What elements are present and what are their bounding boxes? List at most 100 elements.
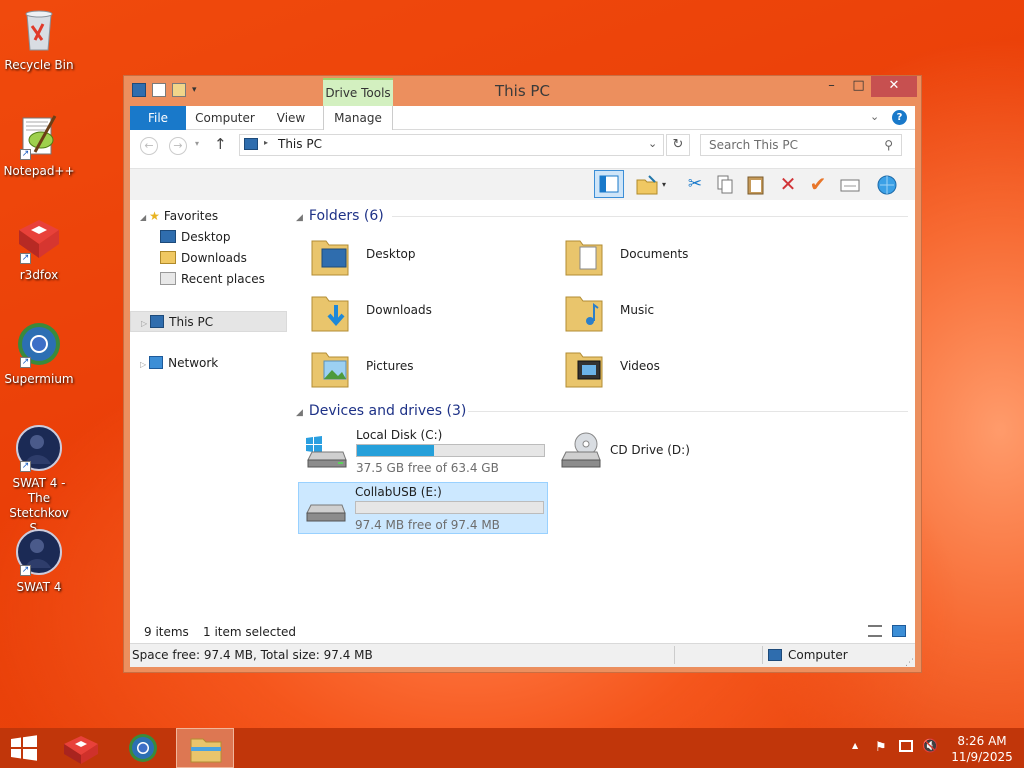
nav-this-pc[interactable]: ▷ This PC: [130, 311, 287, 332]
drive-usage-bar: [356, 444, 545, 457]
ribbon-expand-chevron-icon[interactable]: ⌄: [870, 110, 879, 123]
file-view: ◢ Folders (6) Desktop Documents Downloads…: [290, 200, 915, 643]
ribbon-tabs: File Computer View Manage ⌄ ?: [130, 106, 915, 130]
delete-icon[interactable]: ✕: [776, 174, 800, 196]
collapse-arrow-icon[interactable]: ◢: [296, 408, 303, 418]
folder-tile-documents[interactable]: Documents: [554, 229, 804, 281]
folder-tile-downloads[interactable]: Downloads: [300, 285, 550, 337]
search-input[interactable]: Search This PC: [709, 138, 798, 152]
folders-group-header[interactable]: ◢ Folders (6): [296, 206, 908, 226]
taskbar-supermium[interactable]: [114, 728, 172, 768]
folder-tile-desktop[interactable]: Desktop: [300, 229, 550, 281]
desktop-icon-swat4[interactable]: ↗ SWAT 4: [0, 528, 78, 595]
drive-tile-d[interactable]: CD Drive (D:): [554, 426, 804, 478]
open-dropdown-icon[interactable]: ▾: [662, 174, 672, 196]
expand-arrow-icon[interactable]: ▷: [141, 319, 147, 328]
drive-tile-c[interactable]: Local Disk (C:) 37.5 GB free of 63.4 GB: [300, 426, 550, 478]
space-info: Space free: 97.4 MB, Total size: 97.4 MB: [132, 648, 373, 662]
supermium-icon: ↗: [15, 320, 63, 368]
desktop-icon-recycle-bin[interactable]: Recycle Bin: [0, 6, 78, 73]
open-folder-icon[interactable]: [635, 174, 659, 196]
drive-tile-e[interactable]: CollabUSB (E:) 97.4 MB free of 97.4 MB: [298, 482, 548, 534]
breadcrumb-separator-icon: ▸: [264, 138, 269, 147]
minimize-button[interactable]: –: [818, 76, 845, 97]
volume-muted-icon[interactable]: 🔇: [922, 739, 938, 754]
drive-usage-bar: [355, 501, 544, 514]
network-globe-icon[interactable]: [875, 174, 899, 196]
resize-grip-icon[interactable]: ⋰: [905, 652, 914, 674]
address-text[interactable]: This PC: [278, 137, 322, 151]
navigation-pane-icon[interactable]: [594, 170, 624, 198]
maximize-button[interactable]: □: [845, 76, 872, 97]
desktop-icon-swat4-stetchkov[interactable]: ↗ SWAT 4 - The Stetchkov S...: [0, 424, 78, 536]
desktop-icon-notepad-plus-plus[interactable]: ↗ Notepad++: [0, 112, 78, 179]
network-icon: [149, 356, 164, 369]
desktop-icon: [160, 230, 176, 243]
file-explorer-icon: [190, 738, 222, 763]
rename-checkmark-icon[interactable]: ✔: [806, 174, 830, 196]
location-zone: Computer: [788, 648, 848, 662]
taskbar-file-explorer[interactable]: [176, 728, 234, 768]
action-center-flag-icon[interactable]: ⚑: [875, 740, 887, 755]
title-bar[interactable]: ▾ Drive Tools This PC – □ ✕: [124, 76, 921, 106]
windows-drive-icon: [302, 432, 350, 475]
notepad-plus-plus-icon: ↗: [15, 112, 63, 160]
collapse-arrow-icon[interactable]: ◢: [140, 213, 146, 222]
nav-item-downloads[interactable]: Downloads: [160, 248, 247, 269]
expand-arrow-icon[interactable]: ▷: [140, 360, 146, 369]
folder-label: Pictures: [366, 359, 414, 373]
nav-favorites[interactable]: ◢ ★ Favorites: [140, 206, 218, 227]
desktop-icon-r3dfox[interactable]: ↗ r3dfox: [0, 216, 78, 283]
copy-icon[interactable]: [713, 174, 737, 196]
forward-button[interactable]: →: [169, 137, 187, 155]
refresh-button[interactable]: ↻: [666, 134, 690, 156]
start-button[interactable]: [0, 728, 48, 768]
folder-label: Videos: [620, 359, 660, 373]
collapse-arrow-icon[interactable]: ◢: [296, 213, 303, 223]
windows-logo-icon: [11, 735, 37, 761]
folder-tile-videos[interactable]: Videos: [554, 341, 804, 393]
nav-item-recent-places[interactable]: Recent places: [160, 269, 265, 290]
help-icon[interactable]: ?: [892, 110, 907, 125]
back-button[interactable]: ←: [140, 137, 158, 155]
paste-icon[interactable]: [744, 174, 768, 196]
tab-file[interactable]: File: [130, 106, 186, 130]
nav-item-label: Recent places: [181, 272, 265, 286]
tab-manage[interactable]: Manage: [323, 106, 393, 130]
details-view-icon[interactable]: [868, 625, 882, 637]
search-icon[interactable]: ⚲: [884, 135, 893, 155]
tab-computer[interactable]: Computer: [192, 106, 258, 130]
nav-network[interactable]: ▷ Network: [140, 353, 218, 374]
drive-tools-context-tab: Drive Tools: [323, 78, 393, 106]
nav-favorites-label: Favorites: [163, 209, 219, 223]
toolbar: ▾ ✂ ✕ ✔: [130, 168, 915, 200]
properties-icon[interactable]: [152, 83, 166, 97]
large-icons-view-icon[interactable]: [892, 625, 906, 637]
address-bar[interactable]: ▸ This PC ⌄: [239, 134, 664, 156]
close-button[interactable]: ✕: [871, 76, 917, 97]
clock[interactable]: 8:26 AM 11/9/2025: [948, 733, 1016, 765]
computer-small-icon: [768, 649, 782, 661]
qat-dropdown-icon[interactable]: ▾: [192, 85, 197, 95]
new-folder-icon[interactable]: [172, 83, 186, 97]
nav-item-desktop[interactable]: Desktop: [160, 227, 231, 248]
taskbar-r3dfox[interactable]: [52, 728, 110, 768]
folder-tile-music[interactable]: Music: [554, 285, 804, 337]
desktop-icon-supermium[interactable]: ↗ Supermium: [0, 320, 78, 387]
quick-access-toolbar: ▾: [132, 83, 197, 97]
supermium-icon: [129, 734, 157, 762]
up-button[interactable]: ↑: [214, 135, 227, 153]
show-hidden-icons-button[interactable]: ▲: [852, 741, 858, 750]
this-pc-icon: [150, 315, 165, 328]
folder-tile-pictures[interactable]: Pictures: [300, 341, 550, 393]
tab-view[interactable]: View: [270, 106, 312, 130]
properties-window-icon[interactable]: [838, 174, 862, 196]
desktop-icon-label: Notepad++: [3, 164, 75, 178]
search-box[interactable]: Search This PC ⚲: [700, 134, 902, 156]
selection-count: 1 item selected: [203, 625, 297, 639]
network-status-icon[interactable]: [899, 740, 913, 752]
recent-locations-dropdown-icon[interactable]: ▾: [195, 139, 199, 148]
address-dropdown-icon[interactable]: ⌄: [648, 137, 657, 150]
cut-icon[interactable]: ✂: [683, 174, 707, 196]
devices-group-header[interactable]: ◢ Devices and drives (3): [296, 401, 908, 421]
